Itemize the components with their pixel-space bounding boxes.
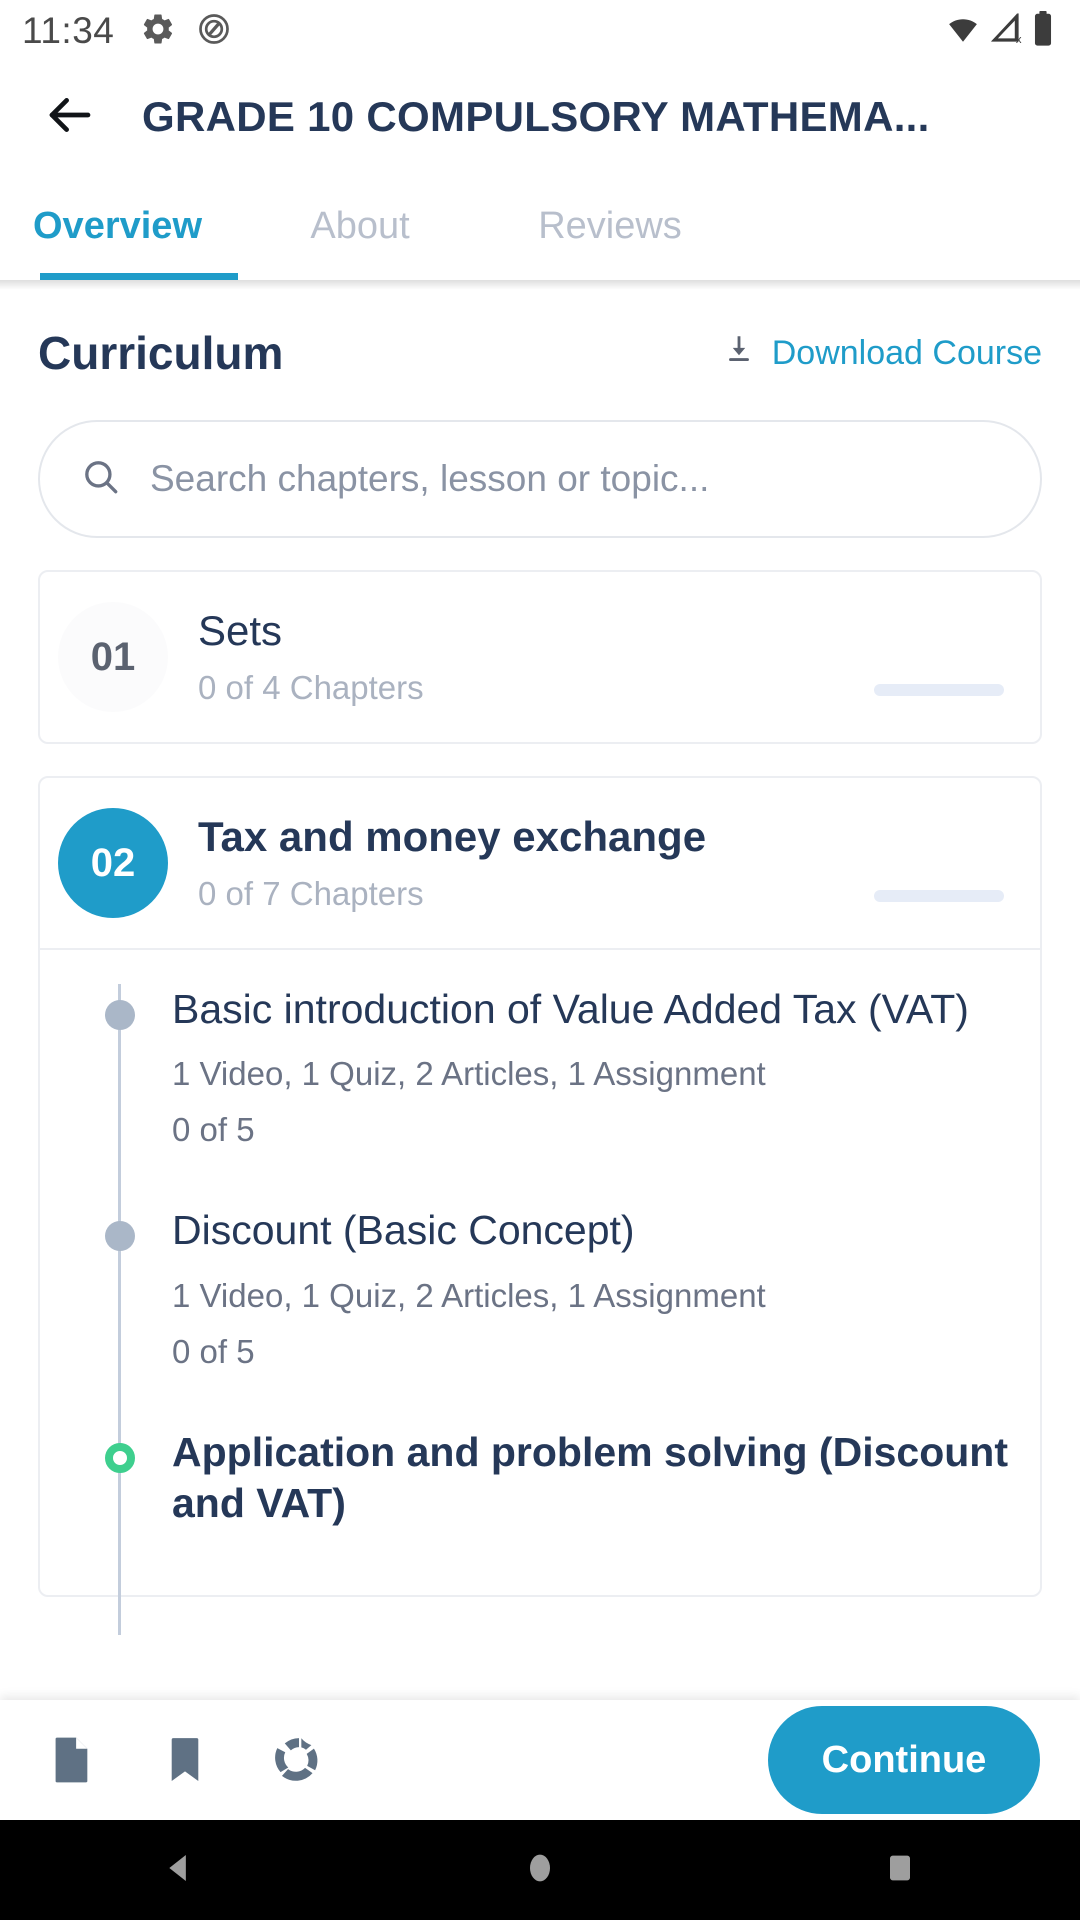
- battery-icon: [1032, 10, 1054, 52]
- chapter-card-02[interactable]: 02 Tax and money exchange 0 of 7 Chapter…: [38, 776, 1042, 1635]
- gear-icon: [140, 11, 176, 52]
- progress-donut-icon[interactable]: [268, 1729, 330, 1791]
- lesson-title: Application and problem solving (Discoun…: [172, 1428, 1008, 1526]
- chapter-title: Tax and money exchange: [198, 813, 707, 860]
- chapter-title: Sets: [198, 607, 283, 654]
- nav-home-icon[interactable]: [520, 1848, 560, 1893]
- curriculum-content: Curriculum Download Course Search chapte…: [0, 326, 1080, 1635]
- download-course-label: Download Course: [771, 333, 1042, 372]
- chapter-progress-bar: [874, 890, 1004, 902]
- download-course-link[interactable]: Download Course: [722, 332, 1042, 375]
- chapter-subtitle: 0 of 7 Chapters: [198, 875, 424, 912]
- cellular-signal-off-icon: x: [989, 12, 1023, 51]
- lesson-meta: 1 Video, 1 Quiz, 2 Articles, 1 Assignmen…: [172, 1055, 766, 1093]
- lesson-title: Discount (Basic Concept): [172, 1207, 635, 1254]
- lesson-progress-count: 0 of 5: [172, 1332, 255, 1370]
- list-item[interactable]: Basic introduction of Value Added Tax (V…: [40, 984, 1040, 1149]
- search-field[interactable]: Search chapters, lesson or topic...: [38, 420, 1042, 538]
- chapter-text: Sets 0 of 4 Chapters: [198, 607, 874, 707]
- page-title: GRADE 10 COMPULSORY MATHEMA...: [142, 93, 930, 140]
- screenshot-capture-icon: [196, 11, 232, 52]
- back-button[interactable]: [40, 87, 100, 147]
- chapter-number-badge: 02: [58, 808, 168, 918]
- tab-about[interactable]: About: [235, 172, 485, 280]
- tab-bar-shadow: [0, 280, 1080, 290]
- download-icon: [722, 332, 756, 375]
- chapter-header[interactable]: 02 Tax and money exchange 0 of 7 Chapter…: [40, 778, 1040, 948]
- chapter-header[interactable]: 01 Sets 0 of 4 Chapters: [40, 572, 1040, 742]
- status-bar-time: 11:34: [22, 10, 115, 51]
- list-item[interactable]: Discount (Basic Concept) 1 Video, 1 Quiz…: [40, 1205, 1040, 1370]
- chapter-subtitle: 0 of 4 Chapters: [198, 669, 424, 706]
- bookmark-icon[interactable]: [154, 1729, 216, 1791]
- lesson-status-dot-icon: [105, 1000, 135, 1030]
- lesson-status-dot-icon: [105, 1221, 135, 1252]
- nav-back-icon[interactable]: [160, 1848, 200, 1893]
- chapter-number-badge: 01: [58, 602, 168, 712]
- chapter-progress-bar: [874, 684, 1004, 696]
- status-bar: 11:34 x: [0, 0, 1080, 62]
- status-bar-right-icons: x: [946, 10, 1054, 52]
- list-item[interactable]: Application and problem solving (Discoun…: [40, 1427, 1040, 1530]
- tab-active-indicator: [40, 273, 238, 280]
- file-document-icon[interactable]: [40, 1729, 102, 1791]
- arrow-left-icon: [43, 88, 97, 147]
- chapter-text: Tax and money exchange 0 of 7 Chapters: [198, 813, 874, 913]
- lesson-status-dot-icon: [105, 1442, 135, 1473]
- continue-button[interactable]: Continue: [768, 1706, 1040, 1814]
- lesson-list: Basic introduction of Value Added Tax (V…: [40, 948, 1040, 1635]
- tab-reviews[interactable]: Reviews: [485, 172, 735, 280]
- android-nav-bar: [0, 1820, 1080, 1920]
- search-input[interactable]: Search chapters, lesson or topic...: [150, 458, 709, 500]
- status-bar-left-icons: [140, 11, 232, 52]
- tab-overview[interactable]: Overview: [0, 172, 235, 280]
- lesson-progress-count: 0 of 5: [172, 1111, 255, 1149]
- lesson-meta: 1 Video, 1 Quiz, 2 Articles, 1 Assignmen…: [172, 1276, 766, 1314]
- nav-recents-icon[interactable]: [880, 1848, 920, 1893]
- bottom-action-bar: Continue: [0, 1700, 1080, 1820]
- chapter-card-01[interactable]: 01 Sets 0 of 4 Chapters: [38, 570, 1042, 744]
- tab-bar: Overview About Reviews: [0, 172, 1080, 280]
- section-title: Curriculum: [38, 327, 284, 379]
- search-icon: [80, 456, 122, 503]
- wifi-icon: [946, 12, 980, 51]
- curriculum-header: Curriculum Download Course: [38, 326, 1042, 380]
- app-bar: GRADE 10 COMPULSORY MATHEMA...: [0, 62, 1080, 172]
- lesson-title: Basic introduction of Value Added Tax (V…: [172, 986, 969, 1032]
